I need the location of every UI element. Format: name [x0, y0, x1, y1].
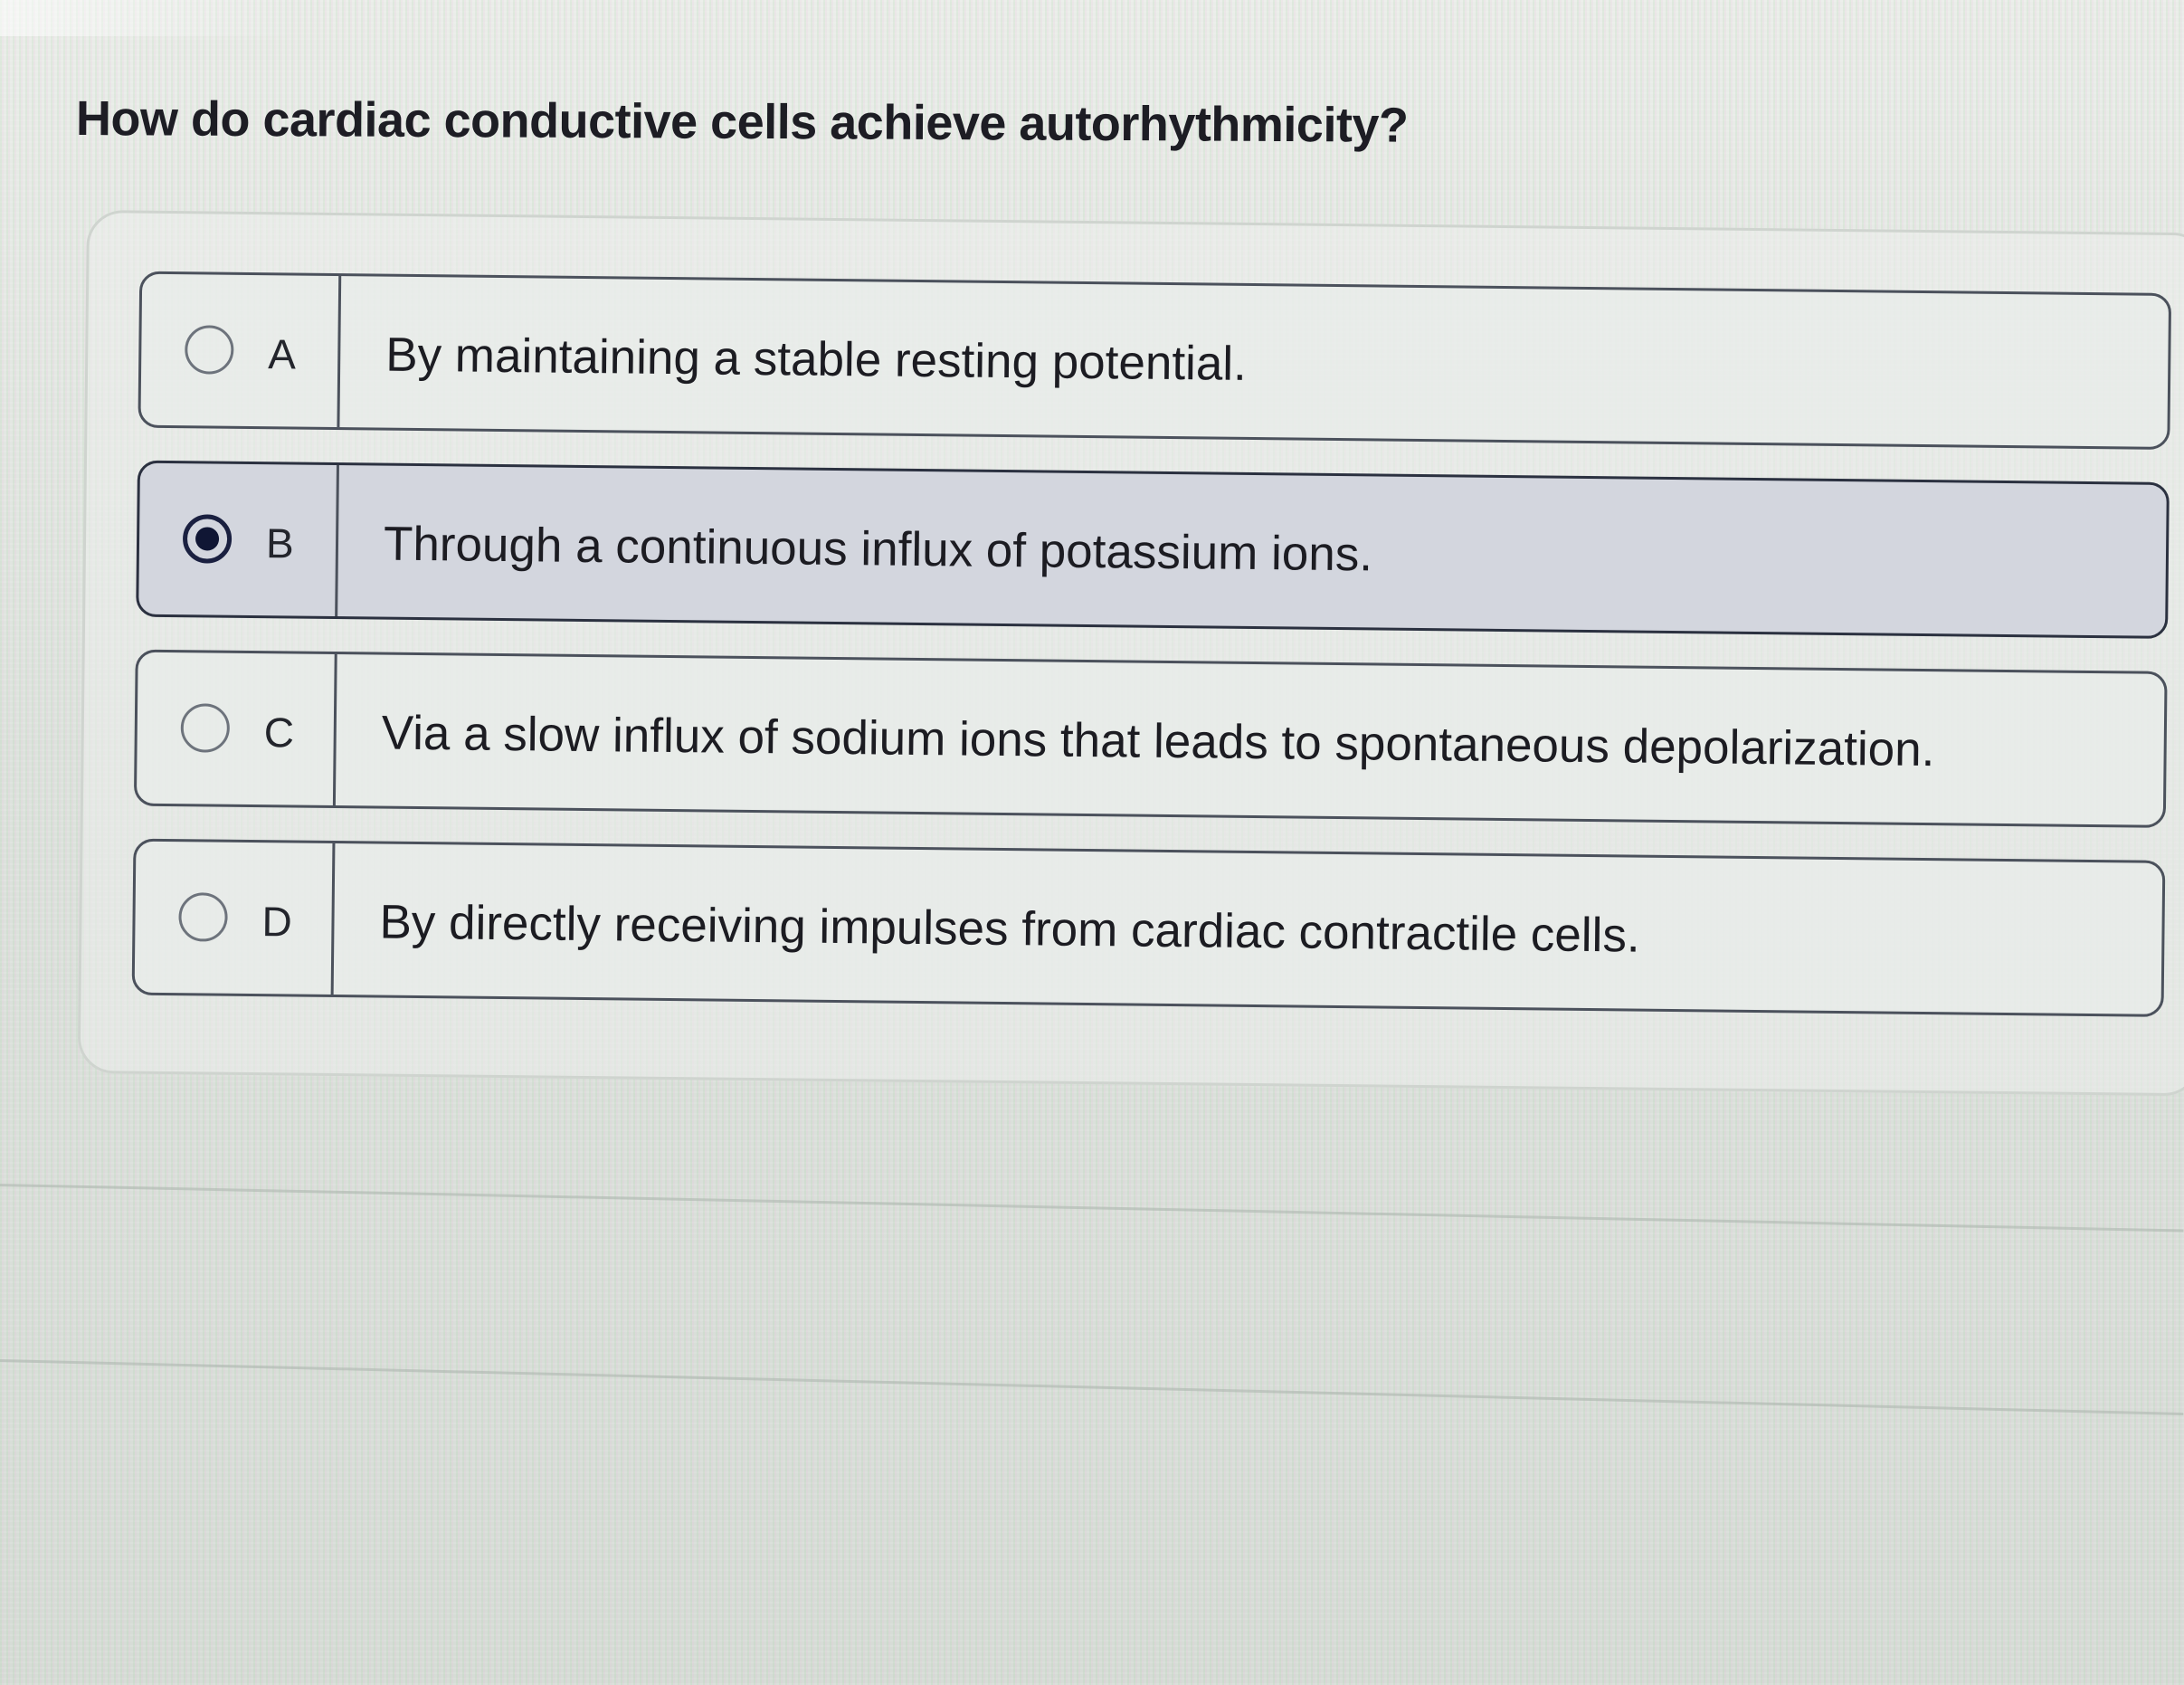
answer-options-panel: A By maintaining a stable resting potent…	[77, 210, 2184, 1097]
question-text: How do cardiac conductive cells achieve …	[75, 91, 1409, 153]
option-letter: D	[261, 898, 293, 946]
option-letter-cell: C	[136, 652, 337, 806]
option-a[interactable]: A By maintaining a stable resting potent…	[138, 271, 2172, 450]
radio-button-b[interactable]	[182, 514, 233, 564]
option-d[interactable]: D By directly receiving impulses from ca…	[131, 838, 2166, 1017]
option-c[interactable]: C Via a slow influx of sodium ions that …	[133, 649, 2168, 828]
screen-glare	[0, 0, 299, 36]
option-text: Through a continuous influx of potassium…	[383, 517, 1373, 582]
option-letter-cell: A	[140, 273, 342, 428]
radio-button-d[interactable]	[178, 892, 228, 942]
radio-button-c[interactable]	[180, 703, 231, 753]
option-letter: C	[263, 709, 295, 757]
option-letter-cell: B	[138, 462, 339, 617]
option-letter: B	[265, 519, 294, 567]
option-text: By directly receiving impulses from card…	[379, 895, 1640, 963]
option-letter-cell: D	[134, 841, 336, 995]
option-b[interactable]: B Through a continuous influx of potassi…	[136, 460, 2170, 639]
radio-selected-dot	[195, 527, 220, 551]
option-letter: A	[268, 330, 297, 378]
radio-button-a[interactable]	[185, 325, 234, 375]
option-text: Via a slow influx of sodium ions that le…	[381, 706, 1935, 777]
option-text: By maintaining a stable resting potentia…	[385, 328, 1248, 391]
